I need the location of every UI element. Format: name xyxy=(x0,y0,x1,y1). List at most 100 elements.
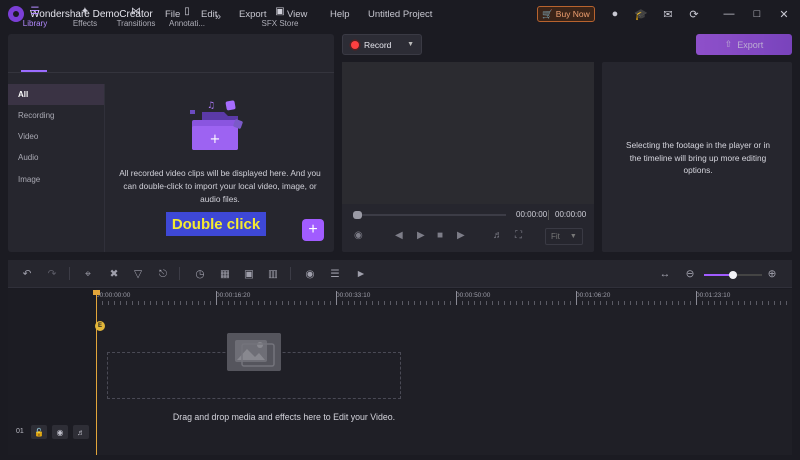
sidebar-item-audio[interactable]: Audio xyxy=(8,147,104,168)
ruler-label: 00:00:33:10 xyxy=(336,292,371,299)
refresh-icon[interactable]: ⟳ xyxy=(687,7,701,21)
caption-icon[interactable]: ☰ xyxy=(328,267,342,281)
feedback-icon[interactable]: ✉ xyxy=(661,7,675,21)
progress-handle[interactable] xyxy=(353,211,362,219)
active-tab-indicator xyxy=(21,70,47,72)
stop-icon[interactable]: ■ xyxy=(437,230,443,241)
previous-frame-icon[interactable]: ◀ xyxy=(395,230,403,241)
export-button[interactable]: ⇧ Export xyxy=(696,34,792,55)
svg-text:+: + xyxy=(210,132,221,147)
toolbar-divider xyxy=(290,267,291,280)
playhead-handle[interactable] xyxy=(93,290,100,295)
buy-now-button[interactable]: 🛒 Buy Now xyxy=(537,6,595,22)
svg-text:♫: ♫ xyxy=(207,101,215,111)
redo-icon[interactable]: ↷ xyxy=(45,267,59,281)
split-icon[interactable]: ✖ xyxy=(107,267,121,281)
tab-transitions[interactable]: ⋈ Transitions xyxy=(111,6,161,28)
sidebar-item-video[interactable]: Video xyxy=(8,126,104,147)
double-click-hint[interactable]: Double click xyxy=(166,212,266,236)
cart-icon: 🛒 xyxy=(542,8,553,19)
folder-illustration-icon: + ♫ xyxy=(190,100,243,150)
maximize-icon[interactable]: □ xyxy=(750,7,764,21)
tab-transitions-label: Transitions xyxy=(116,19,156,28)
fit-select[interactable]: Fit ▼ xyxy=(545,228,583,245)
upload-icon: ⇧ xyxy=(724,39,733,49)
ruler-label: 00:00:16:20 xyxy=(216,292,251,299)
chevron-down-icon: ▼ xyxy=(407,41,414,48)
fit-label: Fit xyxy=(551,232,560,241)
account-icon[interactable]: ● xyxy=(608,7,622,21)
timeline-toolbar xyxy=(8,260,792,288)
crop-icon[interactable]: ⌖ xyxy=(81,267,95,281)
record-dot-icon xyxy=(351,40,359,49)
export-label: Export xyxy=(737,39,764,50)
library-divider xyxy=(104,84,105,252)
ruler-label: 00:00:50:00 xyxy=(456,292,491,299)
sparkle-icon: ✦ xyxy=(80,6,90,17)
undo-icon[interactable]: ↶ xyxy=(20,267,34,281)
toolbar-divider xyxy=(179,267,180,280)
ruler-label: 00:01:23:10 xyxy=(696,292,731,299)
tab-effects[interactable]: ✦ Effects xyxy=(60,6,110,28)
toolbar-divider xyxy=(69,267,70,280)
time-current: 00:00:00 xyxy=(516,210,548,219)
close-icon[interactable]: ✕ xyxy=(777,7,791,21)
mosaic-icon[interactable]: ▣ xyxy=(242,267,256,281)
ruler-label: 00:00:00:00 xyxy=(96,292,131,299)
tab-effects-label: Effects xyxy=(72,19,98,28)
menu-help[interactable]: Help xyxy=(330,9,350,20)
record-button[interactable]: Record ▼ xyxy=(342,34,422,55)
project-title: Untitled Project xyxy=(368,9,433,20)
buy-now-label: Buy Now xyxy=(555,9,590,19)
properties-message: Selecting the footage in the player or i… xyxy=(626,140,770,175)
track-number: 01 xyxy=(16,428,24,435)
library-empty-message: All recorded video clips will be display… xyxy=(119,168,321,204)
drop-zone-text: Drag and drop media and effects here to … xyxy=(172,412,396,422)
record-label: Record xyxy=(364,39,392,50)
tab-more-button[interactable]: » xyxy=(196,11,240,23)
store-icon: ▣ xyxy=(275,6,285,17)
freeze-frame-icon[interactable]: ▦ xyxy=(218,267,232,281)
sidebar-item-recording[interactable]: Recording xyxy=(8,105,104,126)
speed-icon[interactable]: ◷ xyxy=(193,267,207,281)
tab-library-label: Library xyxy=(22,19,48,28)
progress-track[interactable] xyxy=(354,214,506,216)
ruler-label: 00:01:06:20 xyxy=(576,292,611,299)
tutorial-cap-icon[interactable]: 🎓 xyxy=(634,7,648,21)
green-screen-icon[interactable]: ◉ xyxy=(303,267,317,281)
library-tabs xyxy=(8,34,334,73)
next-frame-icon[interactable]: ▶ xyxy=(457,230,465,241)
preview-screen xyxy=(342,62,594,204)
transition-icon: ⋈ xyxy=(131,6,141,17)
layers-icon: ☰ xyxy=(30,6,40,17)
fit-timeline-icon[interactable]: ↔ xyxy=(658,267,672,281)
record-audio-icon[interactable]: ► xyxy=(354,267,368,281)
zoom-in-icon[interactable]: ⊕ xyxy=(765,267,779,281)
add-media-button[interactable]: + xyxy=(302,219,324,241)
fullscreen-icon[interactable]: ⛶ xyxy=(515,230,522,241)
sidebar-item-all[interactable]: All xyxy=(8,84,104,105)
image-placeholder-icon xyxy=(227,333,281,371)
playhead-marker[interactable]: E xyxy=(95,321,105,331)
chevron-down-icon: ▼ xyxy=(569,233,577,240)
sidebar-item-image[interactable]: Image xyxy=(8,169,104,190)
snapshot-icon[interactable]: ◉ xyxy=(354,230,363,241)
tab-sfx-store[interactable]: ▣ SFX Store xyxy=(255,6,305,28)
timeline-ruler[interactable] xyxy=(96,289,792,305)
visibility-eye-icon[interactable]: ◉ xyxy=(52,425,68,439)
minimize-icon[interactable]: — xyxy=(722,7,736,21)
lock-track-icon[interactable]: 🔓 xyxy=(31,425,47,439)
playhead-line[interactable] xyxy=(96,292,97,455)
marker-icon[interactable]: ▽ xyxy=(131,267,145,281)
export-frame-icon[interactable]: ▥ xyxy=(266,267,280,281)
microphone-icon[interactable]: ⎋ xyxy=(156,267,170,281)
tab-sfx-store-label: SFX Store xyxy=(261,19,299,28)
play-icon[interactable]: ▶ xyxy=(417,230,425,241)
zoom-slider-handle[interactable] xyxy=(729,271,737,279)
time-total: 00:00:00 xyxy=(555,210,587,219)
zoom-out-icon[interactable]: ⊖ xyxy=(683,267,697,281)
tab-library[interactable]: ☰ Library xyxy=(10,6,60,28)
volume-icon[interactable]: ♬ xyxy=(493,230,503,241)
mute-speaker-icon[interactable]: ♬ xyxy=(73,425,89,439)
time-separator xyxy=(548,210,549,220)
